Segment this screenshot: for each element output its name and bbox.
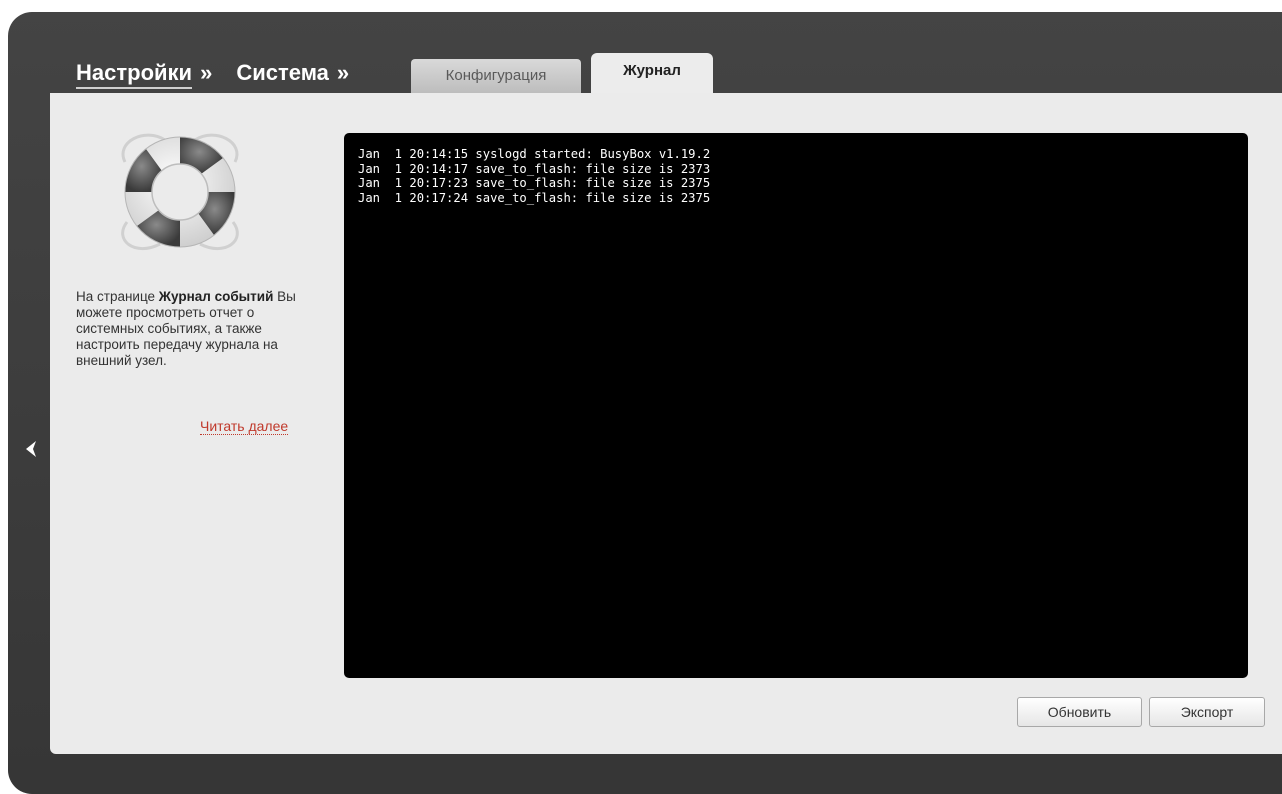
tab-log[interactable]: Журнал (591, 53, 713, 93)
breadcrumb-system: Система (236, 60, 329, 85)
help-text: На странице Журнал событий Вы можете про… (76, 289, 306, 369)
read-more-link[interactable]: Читать далее (200, 418, 289, 435)
refresh-button[interactable]: Обновить (1017, 697, 1142, 727)
log-output[interactable]: Jan 1 20:14:15 syslogd started: BusyBox … (344, 133, 1248, 678)
log-line: Jan 1 20:17:23 save_to_flash: file size … (358, 176, 711, 190)
tab-configuration[interactable]: Конфигурация (411, 59, 581, 93)
log-line: Jan 1 20:14:17 save_to_flash: file size … (358, 161, 711, 176)
log-line: Jan 1 20:14:15 syslogd started: BusyBox … (358, 147, 711, 161)
breadcrumb-separator: » (336, 60, 350, 85)
help-text-bold: Журнал событий (158, 289, 274, 304)
lifebuoy-icon (105, 122, 255, 262)
help-text-pre: На странице (76, 289, 159, 304)
chevron-left-icon[interactable] (20, 437, 44, 461)
export-button[interactable]: Экспорт (1149, 697, 1265, 727)
breadcrumb-settings-link[interactable]: Настройки (76, 60, 193, 89)
log-line: Jan 1 20:17:24 save_to_flash: file size … (358, 190, 711, 205)
breadcrumb-separator: » (200, 60, 213, 85)
breadcrumb: Настройки » Система » (76, 60, 373, 90)
